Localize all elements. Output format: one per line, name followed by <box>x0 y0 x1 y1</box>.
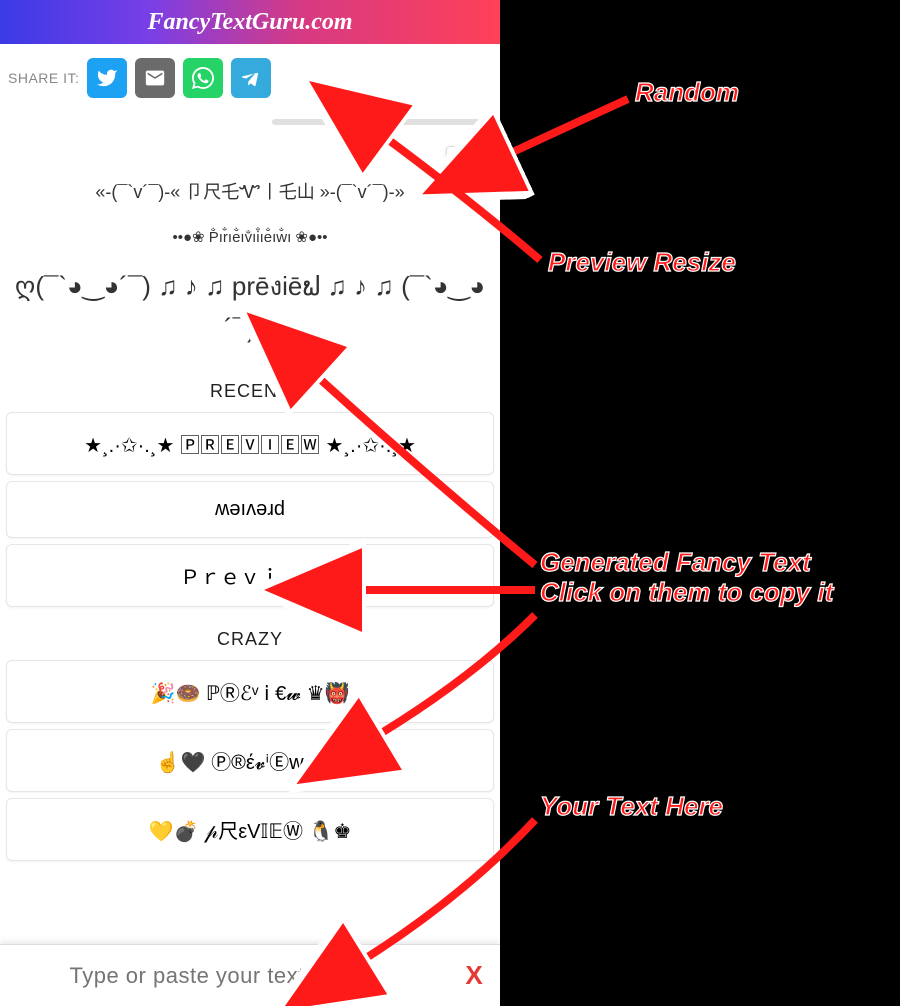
text-input[interactable] <box>0 963 448 989</box>
preview-text-2[interactable]: ••●❀ P̐ır̐ıe̐ıv̐ıi̐ıe̐ıw̐ı ❀●•• <box>10 228 490 246</box>
preview-resize-slider[interactable] <box>272 112 492 130</box>
telegram-icon <box>240 67 262 89</box>
twitter-icon <box>96 67 118 89</box>
preview-text-1[interactable]: «-(¯`v´¯)-« 卩尺乇Ꮙ丨乇山 »-(¯`v´¯)-» <box>10 178 490 204</box>
result-item[interactable]: ʍǝıʌǝɹd <box>6 481 494 538</box>
random-button[interactable] <box>446 146 492 190</box>
results-scroll[interactable]: RECENT ★¸.·✩·.¸★ 🄿🅁🄴🅅🄸🄴🅆 ★¸.·✩·.¸★ ʍǝıʌǝ… <box>0 359 500 1006</box>
site-title: FancyTextGuru.com <box>147 9 352 36</box>
email-icon <box>144 67 166 89</box>
preview-controls <box>0 104 500 130</box>
app-pane: FancyTextGuru.com SHARE IT: «-(¯`v´¯)-« … <box>0 0 500 1006</box>
text-input-bar: X <box>0 944 500 1006</box>
annotation-pane: Random Preview Resize Generated Fancy Te… <box>500 0 900 1006</box>
share-row: SHARE IT: <box>0 44 500 104</box>
annotation-resize: Preview Resize <box>548 248 736 278</box>
result-item[interactable]: 💛💣 𝓅尺εV𝕀𝔼Ⓦ 🐧♚ <box>6 798 494 861</box>
section-recent-title: RECENT <box>0 381 500 402</box>
result-item[interactable]: ★¸.·✩·.¸★ 🄿🅁🄴🅅🄸🄴🅆 ★¸.·✩·.¸★ <box>6 412 494 475</box>
shuffle-icon <box>457 156 481 180</box>
preview-text-3[interactable]: ღ(¯`◕‿◕´¯) ♫ ♪ ♫ prēงiēຟ ♫ ♪ ♫ (¯`◕‿◕´¯)… <box>10 266 490 349</box>
share-twitter-button[interactable] <box>87 58 127 98</box>
result-item[interactable]: ☝🖤 Ⓟ®έ𝓿ⁱⒺw ♦🎀 <box>6 729 494 792</box>
section-crazy-title: CRAZY <box>0 629 500 650</box>
result-item[interactable]: Ｐｒｅｖｉｅｗ <box>6 544 494 607</box>
annotation-yourtext: Your Text Here <box>540 792 723 822</box>
clear-input-button[interactable]: X <box>448 960 500 991</box>
share-label: SHARE IT: <box>8 70 79 86</box>
preview-area: «-(¯`v´¯)-« 卩尺乇Ꮙ丨乇山 »-(¯`v´¯)-» ••●❀ P̐ı… <box>0 130 500 359</box>
result-item[interactable]: 🎉🍩 ℙⓇℰᵛ 𝗂 €𝔀 ♛👹 <box>6 660 494 723</box>
resize-range[interactable] <box>272 119 492 125</box>
share-whatsapp-button[interactable] <box>183 58 223 98</box>
share-email-button[interactable] <box>135 58 175 98</box>
whatsapp-icon <box>192 67 214 89</box>
annotation-random: Random <box>635 78 739 108</box>
share-telegram-button[interactable] <box>231 58 271 98</box>
annotation-generated: Generated Fancy Text Click on them to co… <box>540 548 880 608</box>
app-header: FancyTextGuru.com <box>0 0 500 44</box>
